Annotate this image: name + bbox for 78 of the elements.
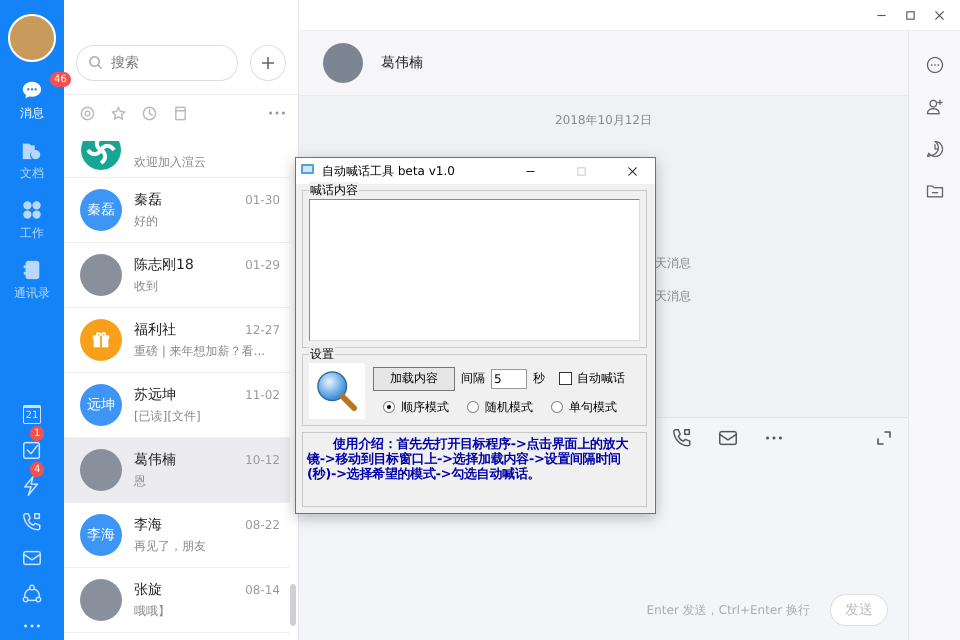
contact-item[interactable]: 福利社 12-27 重磅 | 来年想加薪？看... xyxy=(64,308,290,373)
contact-item[interactable]: 葛伟楠 10-12 恩 xyxy=(64,438,290,503)
mode-radio[interactable]: 随机模式 xyxy=(467,398,533,416)
unread-badge: 46 xyxy=(50,72,71,87)
radio-button[interactable] xyxy=(383,401,395,413)
avatar: 李海 xyxy=(80,514,122,556)
count-badge: 1 xyxy=(30,426,44,441)
contact-item[interactable]: 秦磊 秦磊 01-30 好的 xyxy=(64,178,290,243)
contact-name: 张旋 xyxy=(134,580,162,598)
checkbox[interactable] xyxy=(559,372,572,385)
contact-item[interactable]: 李海 李海 08-22 再见了，朋友 xyxy=(64,503,290,568)
contact-name: 陈志刚18 xyxy=(134,256,194,274)
avatar: 远坤 xyxy=(80,384,122,426)
expand-icon[interactable] xyxy=(876,430,892,446)
message-preview: 好的 xyxy=(134,212,159,230)
contact-item[interactable]: 欢迎加入渲云 xyxy=(64,131,290,178)
search-field[interactable]: 搜索 xyxy=(76,45,238,81)
message-preview: 收到 xyxy=(134,278,159,294)
message-preview: 哦哦】 xyxy=(134,602,171,620)
message-preview: [已读][文件] xyxy=(134,408,202,424)
message-time: 12-27 xyxy=(245,322,280,336)
contact-name: 葛伟楠 xyxy=(134,450,176,468)
count-badge: 4 xyxy=(30,462,44,477)
clock-icon[interactable] xyxy=(142,106,157,120)
unit-label: 秒 xyxy=(533,370,545,387)
radio-button[interactable] xyxy=(551,401,563,413)
photo-placeholder xyxy=(80,579,122,621)
avatar: 秦磊 xyxy=(80,189,122,231)
plus-icon xyxy=(260,55,276,71)
message-time: 01-29 xyxy=(245,258,280,272)
window-title: 自动喊话工具 beta v1.0 xyxy=(322,162,455,180)
mode-radio[interactable]: 单句模式 xyxy=(551,398,617,416)
instructions-text: 使用介绍：首先先打开目标程序->点击界面上的放大镜->移动到目标窗口上->选择加载内容->设置间隔时间(秒)->选择希望的模式->勾选自动喊话。 xyxy=(307,437,630,482)
add-person-icon[interactable] xyxy=(924,97,944,117)
interval-label: 间隔 xyxy=(461,370,485,387)
system-message: 天消息 xyxy=(655,255,691,272)
message-preview: 再见了，朋友 xyxy=(134,538,207,554)
message-time: 08-14 xyxy=(245,582,280,596)
message-time: 08-22 xyxy=(245,518,280,532)
more-icon[interactable] xyxy=(763,434,785,442)
photo-placeholder xyxy=(323,43,363,83)
maximize-icon[interactable] xyxy=(904,8,917,22)
close-icon[interactable] xyxy=(933,8,946,22)
message-preview: 恩 xyxy=(134,472,147,490)
load-button[interactable]: 加载内容 xyxy=(373,366,455,390)
message-preview: 欢迎加入渲云 xyxy=(134,154,207,171)
message-time: 01-30 xyxy=(245,192,280,206)
logo-icon xyxy=(80,141,122,171)
mode-radio[interactable]: 顺序模式 xyxy=(383,398,449,416)
radio-button[interactable] xyxy=(467,401,479,413)
system-message: 天消息 xyxy=(655,288,691,305)
contact-name: 葛伟楠 xyxy=(381,54,423,72)
contact-item[interactable]: 张旋 08-14 哦哦】 xyxy=(64,568,290,633)
contact-name: 秦磊 xyxy=(134,190,162,208)
add-button[interactable] xyxy=(250,45,286,81)
magnifier-icon[interactable] xyxy=(309,363,365,419)
phone-icon[interactable] xyxy=(671,427,693,449)
more-icon[interactable] xyxy=(924,55,944,75)
star-icon[interactable] xyxy=(111,106,126,120)
contact-name: 李海 xyxy=(134,516,162,534)
scrollbar[interactable] xyxy=(290,584,296,626)
document-icon[interactable] xyxy=(173,106,188,120)
date-label: 2018年10月12日 xyxy=(554,112,652,129)
contact-name: 福利社 xyxy=(134,320,176,338)
photo-placeholder xyxy=(80,254,122,296)
message-time: 10-12 xyxy=(245,452,280,466)
auto-checkbox[interactable]: 自动喊话 xyxy=(559,370,625,387)
gift-icon xyxy=(80,319,122,361)
photo-placeholder xyxy=(80,449,122,491)
contact-name: 苏远坤 xyxy=(134,386,176,404)
interval-field[interactable]: 5 xyxy=(491,368,527,388)
contact-item[interactable]: 陈志刚18 01-29 收到 xyxy=(64,243,290,308)
more-icon[interactable] xyxy=(266,109,288,117)
message-time: 11-02 xyxy=(245,388,280,402)
user-avatar[interactable] xyxy=(8,14,56,62)
search-icon xyxy=(88,55,103,70)
message-preview: 重磅 | 来年想加薪？看... xyxy=(134,342,266,360)
shortcut-hint: Enter 发送，Ctrl+Enter 换行 xyxy=(646,602,810,618)
